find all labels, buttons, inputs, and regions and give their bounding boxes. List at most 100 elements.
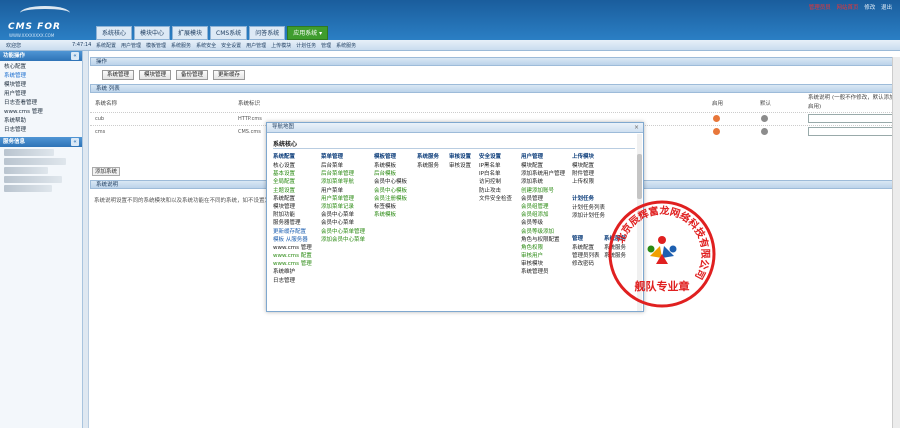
close-icon[interactable]: × [633,124,640,131]
popup-menu-item[interactable]: 会员组添加 [521,211,565,219]
popup-menu-item[interactable]: 会员中心模板 [374,178,407,186]
popup-menu-item[interactable]: 添加计划任务 [572,212,605,220]
tab-cms[interactable]: CMS系统 [210,26,248,40]
popup-menu-item[interactable]: 会员中心菜单 [321,219,365,227]
scroll-thumb[interactable] [637,154,642,199]
popup-menu-heading[interactable]: 计划任务 [572,195,605,204]
popup-menu-item[interactable]: 附件管理 [572,170,594,178]
desc-input[interactable] [808,114,898,123]
popup-menu-item[interactable]: 防止攻击 [479,187,512,195]
popup-menu-item[interactable]: 系统配置 [572,244,600,252]
popup-menu-heading[interactable]: 管理 [572,235,600,244]
sub-nav-link[interactable]: 模板管理 [146,42,166,49]
popup-menu-item[interactable]: 文件安全检查 [479,195,512,203]
popup-menu-item[interactable]: 添加会员中心菜单 [321,236,365,244]
system-manage-button[interactable]: 系统管理 [102,70,135,80]
popup-menu-item[interactable]: 会员注册模板 [374,195,407,203]
popup-menu-heading[interactable]: 上传模块 [572,153,594,162]
popup-menu-item[interactable]: 更新缓存配置 [273,228,312,236]
sidebar-item[interactable]: 模块管理 [4,81,82,90]
popup-menu-item[interactable]: 系统维护 [273,268,312,276]
popup-menu-heading[interactable]: 审核设置 [449,153,471,162]
popup-menu-item[interactable]: 审核设置 [449,162,471,170]
desc-input[interactable] [808,127,898,136]
popup-menu-item[interactable]: 核心设置 [273,162,312,170]
popup-menu-item[interactable]: IP黑名单 [479,162,512,170]
sidebar-item[interactable]: 用户管理 [4,90,82,99]
popup-menu-item[interactable]: 标签模板 [374,203,407,211]
popup-menu-item[interactable]: 管理员列表 [572,252,600,260]
tab-qa[interactable]: 问答系统 [249,26,286,40]
popup-menu-item[interactable]: 系统服务 [417,162,439,170]
sidebar-item[interactable]: 日志管理 [4,126,82,135]
tab-extensions[interactable]: 扩展模块 [172,26,209,40]
page-scrollbar[interactable] [892,57,900,428]
popup-menu-item[interactable]: 用户菜单管理 [321,195,365,203]
popup-menu-item[interactable]: 审核用户 [521,252,565,260]
popup-menu-item[interactable]: 会员中心菜单管理 [321,228,365,236]
sub-nav-link[interactable]: 安全设置 [221,42,241,49]
popup-menu-item[interactable]: 用户菜单 [321,187,365,195]
popup-menu-item[interactable]: 审核模块 [521,260,565,268]
popup-menu-item[interactable]: www.cms 配置 [273,252,312,260]
sub-nav-link[interactable]: 用户管理 [121,42,141,49]
disabled-icon[interactable] [761,115,768,122]
popup-menu-item[interactable]: 基本设置 [273,170,312,178]
sub-nav-link[interactable]: 上传模块 [271,42,291,49]
popup-menu-item[interactable]: 修改密码 [572,260,600,268]
sidebar-item[interactable]: 日志查看管理 [4,99,82,108]
popup-menu-heading[interactable]: 系统服务 [417,153,439,162]
popup-menu-heading[interactable]: 系统配置 [273,153,312,162]
add-system-button[interactable]: 添加系统 [92,167,121,176]
popup-menu-item[interactable]: 会员等级 [521,219,565,227]
popup-menu-heading[interactable]: 安全设置 [479,153,512,162]
tab-system-core[interactable]: 系统核心 [96,26,133,40]
popup-menu-item[interactable]: 后台菜单 [321,162,365,170]
popup-menu-item[interactable]: 添加菜单记录 [321,203,365,211]
backup-manage-button[interactable]: 备份管理 [176,70,209,80]
popup-menu-item[interactable]: 计划任务列表 [572,204,605,212]
top-link-edit[interactable]: 修改 [864,5,875,11]
sub-nav-link[interactable]: 用户管理 [246,42,266,49]
popup-menu-heading[interactable]: 用户管理 [521,153,565,162]
sub-nav-link[interactable]: 系统安全 [196,42,216,49]
popup-menu-item[interactable]: 会员等级添加 [521,228,565,236]
popup-menu-item[interactable]: 会员中心模板 [374,187,407,195]
tab-module-center[interactable]: 模块中心 [134,26,171,40]
sub-nav-link[interactable]: 系统服务 [171,42,191,49]
refresh-cache-button[interactable]: 更新缓存 [213,70,246,80]
top-link-logout[interactable]: 退出 [881,5,892,11]
popup-menu-item[interactable]: 附加功能 [273,211,312,219]
sidebar-item[interactable]: 系统帮助 [4,117,82,126]
sub-nav-link[interactable]: 计划任务 [296,42,316,49]
popup-menu-heading[interactable]: 菜单管理 [321,153,365,162]
popup-menu-heading[interactable]: 模板管理 [374,153,407,162]
popup-menu-item[interactable]: 后台模板 [374,170,407,178]
popup-menu-item[interactable]: 访问控制 [479,178,512,186]
collapse-icon[interactable]: « [71,138,79,146]
popup-menu-item[interactable]: 会员管理 [521,195,565,203]
popup-menu-item[interactable]: IP白名单 [479,170,512,178]
disabled-icon[interactable] [761,128,768,135]
sidebar-item[interactable]: 核心配置 [4,63,82,72]
popup-menu-item[interactable]: 模块管理 [273,203,312,211]
popup-menu-item[interactable]: www.cms 管理 [273,244,312,252]
popup-menu-item[interactable]: 全局配置 [273,178,312,186]
popup-menu-item[interactable]: 模块配置 [521,162,565,170]
popup-menu-item[interactable]: 角色与权限配置 [521,236,565,244]
popup-menu-item[interactable]: 系统配置 [273,195,312,203]
popup-menu-item[interactable]: 系统模板 [374,211,407,219]
top-link-admin[interactable]: 管理员员 [809,5,831,11]
sidebar-item[interactable]: www.cms 管理 [4,108,82,117]
popup-menu-item[interactable]: 会员组管理 [521,203,565,211]
popup-menu-item[interactable]: 添加菜单导航 [321,178,365,186]
sidebar-item[interactable]: 系统管理 [4,72,82,81]
popup-menu-item[interactable]: 系统管理员 [521,268,565,276]
popup-menu-item[interactable]: 添加系统用户管理 [521,170,565,178]
popup-menu-item[interactable]: 模板 从服务器 [273,236,312,244]
sidebar-collapse-strip[interactable] [83,51,89,428]
top-link-home[interactable]: 网站首页 [836,5,858,11]
sub-nav-link[interactable]: 系统服务 [336,42,356,49]
sub-nav-link[interactable]: 管理 [321,42,331,49]
sub-nav-link[interactable]: 系统配置 [96,42,116,49]
